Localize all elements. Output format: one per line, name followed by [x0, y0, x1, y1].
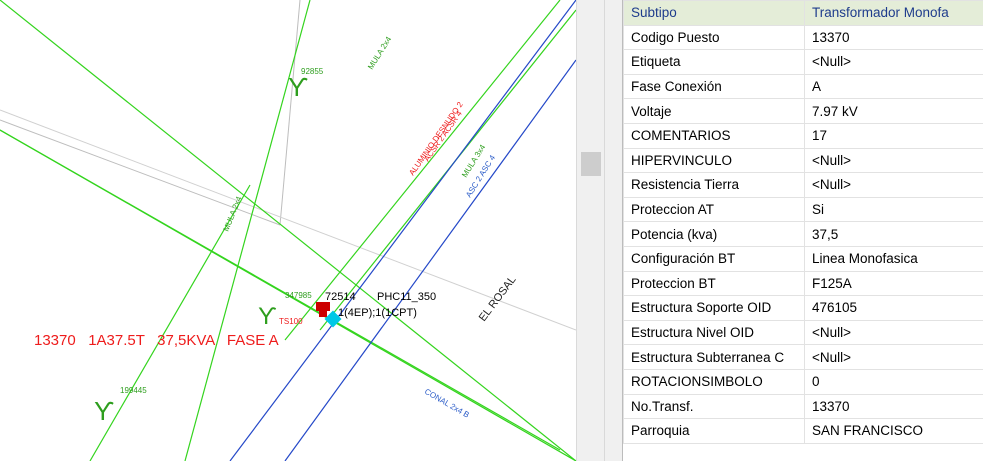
attribute-field-name: No.Transf. — [623, 393, 805, 420]
attribute-row[interactable]: Proteccion BT F125A — [623, 270, 983, 297]
transformer-detail: 1(4EP);1(1CPT) — [338, 307, 417, 319]
attribute-field-name: Fase Conexión — [623, 73, 805, 100]
feeder-line-green[interactable] — [284, 0, 561, 341]
attribute-field-name: Etiqueta — [623, 49, 805, 75]
attribute-field-value[interactable]: <Null> — [804, 319, 983, 346]
pole-label: 92855 — [301, 67, 324, 76]
feeder-line-green[interactable] — [184, 0, 311, 461]
attribute-row[interactable]: Potencia (kva) 37,5 — [623, 221, 983, 247]
parcel-line — [279, 0, 301, 226]
attribute-field-name: ROTACIONSIMBOLO — [623, 368, 805, 395]
attribute-row[interactable]: HIPERVINCULO <Null> — [623, 147, 983, 174]
attribute-field-name: Estructura Nivel OID — [623, 319, 805, 346]
pole-label: 199445 — [120, 386, 147, 395]
attribute-field-name: Proteccion AT — [623, 196, 805, 223]
attribute-field-value[interactable]: SAN FRANCISCO — [804, 418, 983, 444]
transformer-id: 72514 — [325, 291, 356, 303]
transformer-phc: PHC11_350 — [377, 291, 436, 303]
map-vertical-scrollbar[interactable] — [576, 0, 605, 461]
map-canvas[interactable]: ϒ 92855 ϒ 199445 ϒ 347985 TS100 MULA 2x4… — [0, 0, 576, 461]
attribute-field-value[interactable]: 7.97 kV — [804, 98, 983, 124]
attribute-field-value[interactable]: 0 — [804, 368, 983, 395]
pole-label: 347985 — [285, 291, 312, 300]
pole-symbol-icon[interactable]: ϒ — [288, 72, 308, 102]
attribute-row[interactable]: Proteccion AT Si — [623, 196, 983, 223]
attribute-field-name: Voltaje — [623, 98, 805, 124]
attribute-field-value[interactable]: Si — [804, 196, 983, 223]
attribute-field-value[interactable]: 37,5 — [804, 221, 983, 247]
attribute-row[interactable]: ROTACIONSIMBOLO 0 — [623, 368, 983, 395]
feeder-line-blue[interactable] — [284, 59, 576, 461]
attribute-field-value[interactable]: <Null> — [804, 344, 983, 370]
attribute-row[interactable]: Estructura Soporte OID 476105 — [623, 295, 983, 321]
attribute-field-value[interactable]: Transformador Monofa — [804, 0, 983, 26]
attribute-row[interactable]: Fase Conexión A — [623, 73, 983, 100]
attribute-row[interactable]: Resistencia Tierra <Null> — [623, 172, 983, 198]
feeder-line-blue[interactable] — [229, 0, 576, 461]
scrollbar-thumb[interactable] — [581, 152, 601, 176]
attribute-field-name: COMENTARIOS — [623, 122, 805, 149]
attribute-field-name: HIPERVINCULO — [623, 147, 805, 174]
attribute-field-name: Configuración BT — [623, 245, 805, 272]
attribute-panel: Subtipo Transformador Monofa Codigo Puesto… — [623, 0, 983, 461]
attribute-row[interactable]: Codigo Puesto 13370 — [623, 24, 983, 51]
attribute-row[interactable]: Etiqueta <Null> — [623, 49, 983, 75]
attribute-field-name: Potencia (kva) — [623, 221, 805, 247]
attribute-field-name: Parroquia — [623, 418, 805, 444]
attribute-field-value[interactable]: Linea Monofasica — [804, 245, 983, 272]
attribute-field-name: Proteccion BT — [623, 270, 805, 297]
attribute-row[interactable]: No.Transf. 13370 — [623, 393, 983, 420]
attribute-table: Subtipo Transformador Monofa Codigo Puesto… — [623, 0, 983, 444]
pole-symbol-icon[interactable]: ϒ — [258, 303, 277, 330]
attribute-row[interactable]: Subtipo Transformador Monofa — [623, 0, 983, 26]
feeder-line-green[interactable] — [0, 0, 576, 461]
attribute-field-value[interactable]: F125A — [804, 270, 983, 297]
line-label: CONAL 2x4 B — [423, 387, 471, 420]
attribute-row[interactable]: COMENTARIOS 17 — [623, 122, 983, 149]
line-label: ACSR 2 ACSR 4 — [422, 109, 464, 163]
attribute-field-name: Subtipo — [623, 0, 805, 26]
attribute-field-name: Estructura Soporte OID — [623, 295, 805, 321]
line-label: MULA 2x4 — [366, 35, 393, 72]
attribute-row[interactable]: Configuración BT Linea Monofasica — [623, 245, 983, 272]
pole-symbol-icon[interactable]: ϒ — [94, 396, 114, 426]
attribute-row[interactable]: Estructura Subterranea C <Null> — [623, 344, 983, 370]
attribute-row[interactable]: Parroquia SAN FRANCISCO — [623, 418, 983, 444]
attribute-row[interactable]: Voltaje 7.97 kV — [623, 98, 983, 124]
attribute-field-value[interactable]: A — [804, 73, 983, 100]
panel-splitter[interactable] — [604, 0, 623, 461]
attribute-field-value[interactable]: <Null> — [804, 49, 983, 75]
attribute-row[interactable]: Estructura Nivel OID <Null> — [623, 319, 983, 346]
pole-label: TS100 — [279, 317, 303, 326]
attribute-field-value[interactable]: 13370 — [804, 24, 983, 51]
attribute-field-value[interactable]: 13370 — [804, 393, 983, 420]
attribute-field-value[interactable]: <Null> — [804, 147, 983, 174]
attribute-field-value[interactable]: <Null> — [804, 172, 983, 198]
transformer-caption: 13370 1A37.5T 37,5KVA FASE A — [34, 332, 279, 349]
attribute-field-value[interactable]: 476105 — [804, 295, 983, 321]
attribute-field-name: Codigo Puesto — [623, 24, 805, 51]
attribute-field-value[interactable]: 17 — [804, 122, 983, 149]
line-label: MULA 2x4 — [222, 195, 244, 233]
map-drawing[interactable]: ϒ 92855 ϒ 199445 ϒ 347985 TS100 MULA 2x4… — [0, 0, 576, 461]
attribute-field-name: Estructura Subterranea C — [623, 344, 805, 370]
attribute-field-name: Resistencia Tierra — [623, 172, 805, 198]
road-label: EL ROSAL — [477, 274, 519, 324]
